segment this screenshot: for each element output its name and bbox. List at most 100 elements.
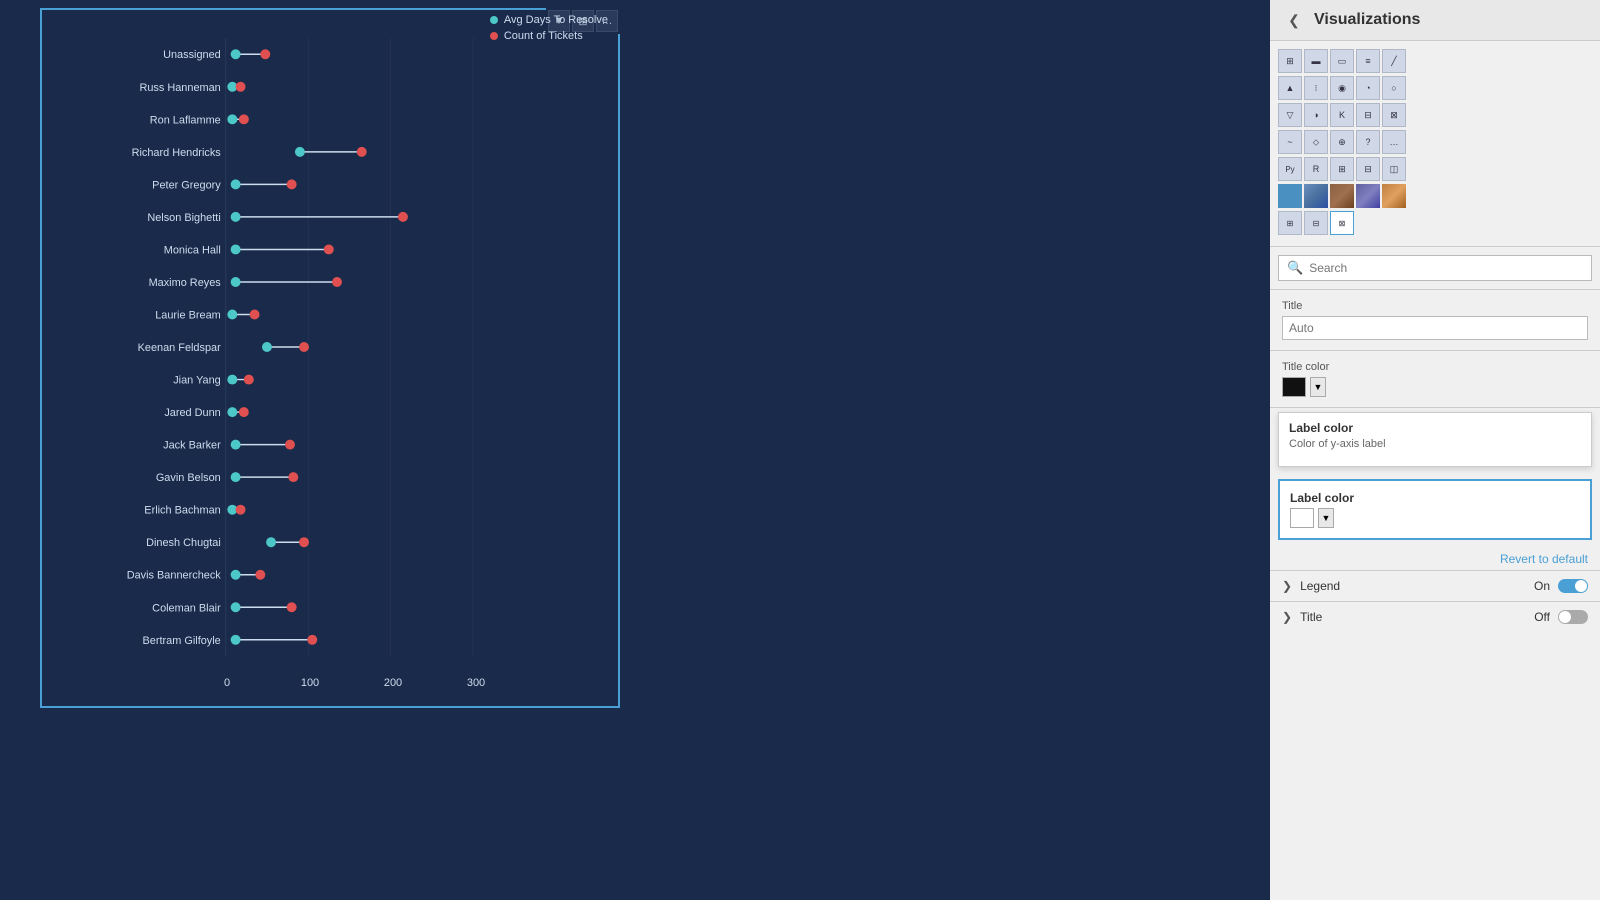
dot-count-8[interactable] (250, 310, 260, 320)
dot-count-2[interactable] (239, 114, 249, 124)
dot-avg-15[interactable] (266, 537, 276, 547)
row-label-17: Coleman Blair (152, 602, 221, 614)
dot-count-1[interactable] (236, 82, 246, 92)
dot-count-17[interactable] (287, 602, 297, 612)
dot-count-15[interactable] (299, 537, 309, 547)
dot-avg-17[interactable] (231, 602, 241, 612)
dot-count-9[interactable] (299, 342, 309, 352)
table-icon-3[interactable]: ⊠ (1330, 211, 1354, 235)
viz-icon-python[interactable]: Py (1278, 157, 1302, 181)
dot-avg-8[interactable] (227, 310, 237, 320)
dot-count-11[interactable] (239, 407, 249, 417)
viz-icon-bar[interactable]: ▬ (1304, 49, 1328, 73)
back-button[interactable]: ❮ (1282, 8, 1306, 32)
label-color-panel-title: Label color (1290, 491, 1580, 505)
title-color-swatch[interactable] (1282, 377, 1306, 397)
x-axis: 0 100 200 300 (227, 677, 618, 702)
viz-icon-donut[interactable]: ○ (1382, 76, 1406, 100)
dot-avg-12[interactable] (231, 440, 241, 450)
title-color-label: Title color (1282, 361, 1588, 373)
dot-count-5[interactable] (398, 212, 408, 222)
dot-avg-3[interactable] (295, 147, 305, 157)
viz-icon-table[interactable]: ⊞ (1278, 49, 1302, 73)
viz-icon-row-4: ~ ⬦ ⊕ ? … (1278, 130, 1592, 154)
viz-icon-row-5: Py R ⊞ ⊟ ◫ (1278, 157, 1592, 181)
dot-avg-6[interactable] (231, 244, 241, 254)
table-icon-2[interactable]: ⊟ (1304, 211, 1328, 235)
viz-icon-scatter[interactable]: ⁝ (1304, 76, 1328, 100)
label-color-swatch[interactable] (1290, 508, 1314, 528)
viz-icon-ribbon[interactable]: ~ (1278, 130, 1302, 154)
viz-icon-line[interactable]: ╱ (1382, 49, 1406, 73)
legend-toggle[interactable] (1558, 579, 1588, 593)
title-toggle-thumb (1559, 611, 1571, 623)
dot-count-18[interactable] (307, 635, 317, 645)
viz-icon-qna[interactable]: ? (1356, 130, 1380, 154)
title-chevron[interactable]: ❯ (1282, 610, 1292, 624)
legend-chevron[interactable]: ❯ (1282, 579, 1292, 593)
dot-count-12[interactable] (285, 440, 295, 450)
revert-button[interactable]: Revert to default (1270, 548, 1600, 570)
table-icon-1[interactable]: ⊞ (1278, 211, 1302, 235)
legend-item-avg: Avg Days To Resolve (490, 14, 608, 26)
dot-avg-4[interactable] (231, 179, 241, 189)
title-toggle[interactable] (1558, 610, 1588, 624)
viz-icon-r[interactable]: R (1304, 157, 1328, 181)
dot-avg-11[interactable] (227, 407, 237, 417)
dot-avg-2[interactable] (227, 114, 237, 124)
viz-icon-waterfall[interactable]: ⬦ (1304, 130, 1328, 154)
search-input[interactable] (1309, 261, 1583, 275)
viz-icon-custom3[interactable]: ◫ (1382, 157, 1406, 181)
title-color-dropdown[interactable]: ▼ (1310, 377, 1326, 397)
row-label-3: Richard Hendricks (132, 147, 222, 159)
viz-icon-gauge[interactable]: ◑ (1304, 103, 1328, 127)
swatch-5[interactable] (1382, 184, 1406, 208)
row-label-0: Unassigned (163, 49, 221, 61)
dot-count-10[interactable] (244, 375, 254, 385)
row-label-16: Davis Bannercheck (127, 570, 222, 582)
viz-icon-decomp[interactable]: ⊕ (1330, 130, 1354, 154)
swatch-1[interactable] (1278, 184, 1302, 208)
title-input[interactable] (1282, 316, 1588, 340)
viz-icon-pie[interactable]: ◔ (1356, 76, 1380, 100)
dot-count-14[interactable] (236, 505, 246, 515)
dot-avg-13[interactable] (231, 472, 241, 482)
viz-icon-funnel[interactable]: ▽ (1278, 103, 1302, 127)
dot-avg-0[interactable] (231, 49, 241, 59)
title-toggle-section: ❯ Title Off (1270, 601, 1600, 632)
row-label-6: Monica Hall (164, 244, 221, 256)
dot-count-0[interactable] (260, 49, 270, 59)
viz-icon-custom2[interactable]: ⊟ (1356, 157, 1380, 181)
legend-toggle-section: ❯ Legend On (1270, 570, 1600, 601)
viz-icon-kpi[interactable]: K (1330, 103, 1354, 127)
dot-count-7[interactable] (332, 277, 342, 287)
viz-icon-map[interactable]: ◉ (1330, 76, 1354, 100)
label-color-row: ▼ (1290, 508, 1580, 528)
dot-avg-5[interactable] (231, 212, 241, 222)
dot-count-13[interactable] (288, 472, 298, 482)
row-label-9: Keenan Feldspar (138, 342, 222, 354)
viz-icon-area[interactable]: ▲ (1278, 76, 1302, 100)
dot-avg-18[interactable] (231, 635, 241, 645)
dot-avg-9[interactable] (262, 342, 272, 352)
dot-count-4[interactable] (287, 179, 297, 189)
viz-icon-more[interactable]: … (1382, 130, 1406, 154)
viz-icon-card[interactable]: ⊟ (1356, 103, 1380, 127)
swatch-3[interactable] (1330, 184, 1354, 208)
viz-icon-clustered-bar[interactable]: ≡ (1356, 49, 1380, 73)
swatch-row (1278, 184, 1592, 208)
dot-count-16[interactable] (255, 570, 265, 580)
swatch-4[interactable] (1356, 184, 1380, 208)
label-color-panel: Label color ▼ (1278, 479, 1592, 540)
label-color-dropdown[interactable]: ▼ (1318, 508, 1334, 528)
viz-icon-custom1[interactable]: ⊞ (1330, 157, 1354, 181)
viz-icon-stacked-bar[interactable]: ▭ (1330, 49, 1354, 73)
dot-count-6[interactable] (324, 244, 334, 254)
dot-avg-7[interactable] (231, 277, 241, 287)
search-box: 🔍 (1278, 255, 1592, 281)
viz-icon-matrix[interactable]: ⊠ (1382, 103, 1406, 127)
dot-avg-10[interactable] (227, 375, 237, 385)
dot-avg-16[interactable] (231, 570, 241, 580)
dot-count-3[interactable] (357, 147, 367, 157)
swatch-2[interactable] (1304, 184, 1328, 208)
